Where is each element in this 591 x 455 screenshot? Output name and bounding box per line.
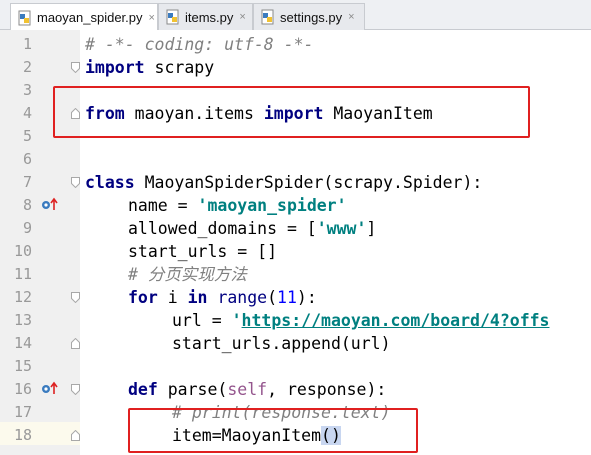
close-icon[interactable]: × [239, 11, 245, 23]
override-marker-icon[interactable] [40, 197, 60, 213]
line-number: 13 [13, 311, 32, 329]
fold-icon[interactable] [71, 384, 80, 395]
line-number: 5 [22, 127, 32, 145]
annotation-box-item [128, 408, 418, 453]
python-file-icon [261, 9, 274, 25]
line-number: 9 [22, 219, 32, 237]
annotation-box-import [53, 86, 530, 138]
python-file-icon [18, 10, 31, 25]
code-line-1: # -*- coding: utf-8 -*- [85, 35, 314, 54]
fold-icon[interactable] [71, 338, 80, 349]
line-number: 14 [13, 334, 32, 352]
code-line-13: url = 'https://maoyan.com/board/4?offs [172, 311, 550, 330]
code-line-14: start_urls.append(url) [172, 334, 391, 353]
line-number: 7 [22, 173, 32, 191]
tab-label: items.py [185, 9, 234, 25]
fold-icon[interactable] [71, 177, 80, 188]
close-icon[interactable]: × [149, 12, 155, 24]
line-number: 15 [13, 357, 32, 375]
line-number: 10 [13, 242, 32, 260]
line-number: 4 [22, 104, 32, 122]
tab-label: settings.py [280, 9, 343, 25]
line-number: 16 [13, 380, 32, 398]
code-line-7: class MaoyanSpiderSpider(scrapy.Spider): [85, 173, 483, 192]
line-number: 3 [22, 81, 32, 99]
tab-label: maoyan_spider.py [37, 10, 143, 25]
tab-items[interactable]: items.py × [158, 3, 253, 30]
code-line-12: for i in range(11): [128, 288, 317, 307]
line-number: 2 [22, 58, 32, 76]
fold-icon[interactable] [71, 62, 80, 73]
line-number: 6 [22, 150, 32, 168]
line-number: 12 [13, 288, 32, 306]
code-line-10: start_urls = [] [128, 242, 278, 261]
line-number: 1 [22, 35, 32, 53]
tab-maoyan-spider[interactable]: maoyan_spider.py × [10, 3, 158, 31]
line-number: 17 [13, 403, 32, 421]
code-line-11: # 分页实现方法 [128, 265, 247, 284]
code-line-16: def parse(self, response): [128, 380, 387, 399]
code-line-8: name = 'maoyan_spider' [128, 196, 347, 215]
tab-settings[interactable]: settings.py × [253, 3, 365, 30]
code-line-2: import scrapy [85, 58, 215, 77]
editor-tab-bar: maoyan_spider.py × items.py × settings.p… [0, 0, 591, 31]
fold-icon[interactable] [71, 430, 80, 441]
line-number: 11 [13, 265, 32, 283]
line-number: 18 [13, 426, 32, 444]
line-number: 8 [22, 196, 32, 214]
url-link[interactable]: https://maoyan.com/board/4?offs [242, 311, 550, 330]
override-marker-icon[interactable] [40, 381, 60, 397]
code-line-9: allowed_domains = ['www'] [128, 219, 377, 238]
python-file-icon [166, 9, 179, 25]
fold-icon[interactable] [71, 292, 80, 303]
close-icon[interactable]: × [348, 11, 354, 23]
